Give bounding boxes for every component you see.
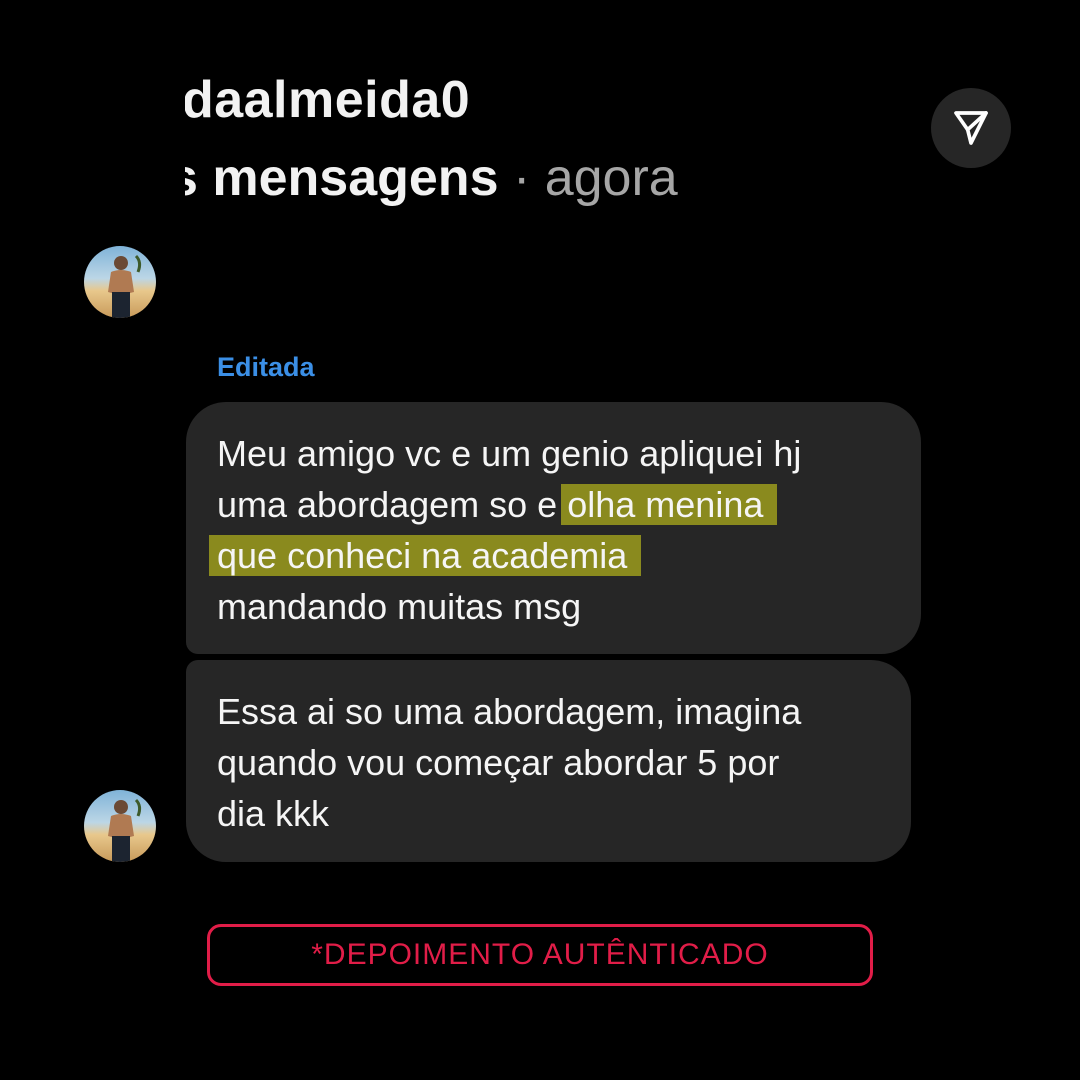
message-line: mandando muitas msg [217,586,582,627]
authenticated-testimonial-badge: *DEPOIMENTO AUTÊNTICADO [207,924,873,986]
message-line: dia kkk [217,793,330,834]
subtitle-count: s mensagens [185,149,499,207]
message-text: uma abordagem so e [217,484,568,525]
highlighted-text: que conheci na academia [209,535,642,576]
username: ıdaalmeida0 [185,71,471,129]
edited-label: Editada [217,352,315,382]
message-line: Essa ai so uma abordagem, imagina [217,691,802,732]
person-silhouette-icon [108,798,142,862]
highlighted-text: olha menina [561,484,778,525]
paper-plane-icon [954,111,988,145]
message-bubble[interactable]: Meu amigo vc e um genio apliquei hj uma … [186,402,921,654]
badge-text: *DEPOIMENTO AUTÊNTICADO [311,938,769,971]
message-count-subtitle: s mensagens · agora [185,148,678,208]
message-line: quando vou começar abordar 5 por [217,742,780,783]
message-bubble[interactable]: Essa ai so uma abordagem, imagina quando… [186,660,911,862]
message-line: que conheci na academia [209,530,891,581]
person-silhouette-icon [108,254,142,318]
chat-header: ıdaalmeida0 s mensagens · agora [185,62,885,222]
sender-avatar[interactable] [84,790,156,862]
message-line: uma abordagem so e olha menina [217,479,891,530]
subtitle-time: · agora [498,149,678,207]
top-cropped-text: ~ [400,0,680,4]
send-button[interactable] [931,88,1011,168]
sender-avatar[interactable] [84,246,156,318]
message-line: Meu amigo vc e um genio apliquei hj [217,433,802,474]
